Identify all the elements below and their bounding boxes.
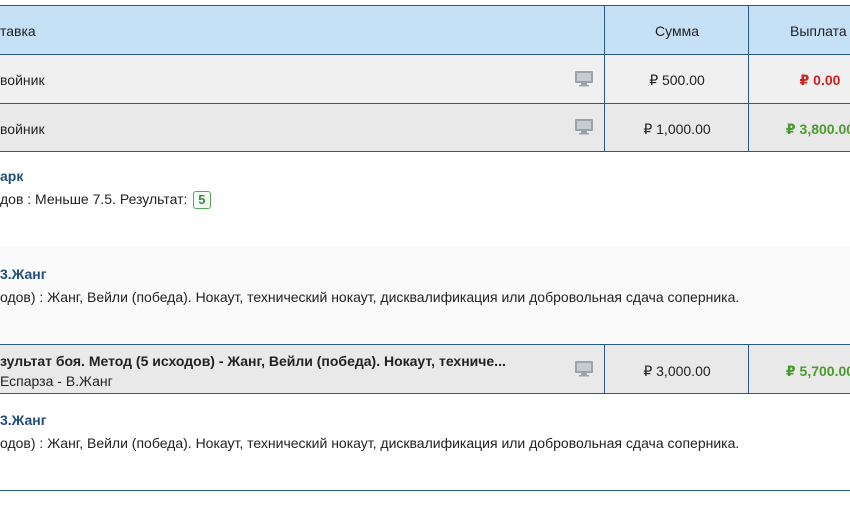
- bet-history-table: тавка Сумма Выплата войник ₽ 500.00 ₽ 0.…: [0, 0, 850, 531]
- table-border: [0, 393, 850, 394]
- bet-payout: ₽ 5,700.00: [785, 363, 850, 379]
- table-row[interactable]: зультат боя. Метод (5 исходов) - Жанг, В…: [0, 345, 850, 393]
- table-row[interactable]: войник ₽ 1,000.00 ₽ 3,800.00: [0, 104, 850, 151]
- table-border: [0, 103, 850, 104]
- header-payout-label: Выплата: [790, 23, 847, 39]
- column-divider: [748, 5, 749, 152]
- table-row[interactable]: войник ₽ 500.00 ₽ 0.00: [0, 55, 850, 103]
- bet-name: войник: [0, 72, 45, 88]
- bet-name: зультат боя. Метод (5 исходов) - Жанг, В…: [0, 353, 506, 369]
- result-badge: 5: [193, 191, 211, 209]
- selection-title: 3.Жанг: [0, 266, 47, 282]
- bet-details: 3.Жанг одов) : Жанг, Вейли (победа). Нок…: [0, 246, 850, 344]
- table-border: [0, 490, 850, 491]
- header-stake-label: тавка: [0, 23, 36, 39]
- table-border: [0, 151, 850, 152]
- bet-payout: ₽ 0.00: [799, 72, 841, 88]
- selection-description: одов) : Жанг, Вейли (победа). Нокаут, те…: [0, 435, 740, 451]
- selection-title: арк: [0, 168, 24, 184]
- bet-details: арк дов : Меньше 7.5. Результат: 5: [0, 152, 850, 246]
- column-divider: [748, 344, 749, 394]
- table-header: тавка Сумма Выплата: [0, 6, 850, 54]
- table-border: [0, 5, 850, 6]
- bet-name: войник: [0, 121, 45, 137]
- monitor-icon[interactable]: [574, 118, 594, 135]
- header-amount-label: Сумма: [655, 23, 699, 39]
- selection-title: 3.Жанг: [0, 412, 47, 428]
- monitor-icon[interactable]: [574, 360, 594, 377]
- selection-text: дов : Меньше 7.5. Результат:: [0, 191, 188, 207]
- selection-description: одов) : Жанг, Вейли (победа). Нокаут, те…: [0, 289, 740, 305]
- column-divider: [604, 5, 605, 152]
- monitor-icon[interactable]: [574, 70, 594, 87]
- column-divider: [604, 344, 605, 394]
- bet-amount: ₽ 500.00: [649, 72, 705, 88]
- bet-payout: ₽ 3,800.00: [785, 121, 850, 137]
- bet-details: 3.Жанг одов) : Жанг, Вейли (победа). Нок…: [0, 394, 850, 490]
- table-border: [0, 54, 850, 55]
- bet-event: Еспарза - В.Жанг: [0, 373, 113, 389]
- selection-description: дов : Меньше 7.5. Результат: 5: [0, 191, 211, 209]
- bet-amount: ₽ 1,000.00: [643, 121, 711, 137]
- bet-amount: ₽ 3,000.00: [643, 363, 711, 379]
- table-border: [0, 344, 850, 345]
